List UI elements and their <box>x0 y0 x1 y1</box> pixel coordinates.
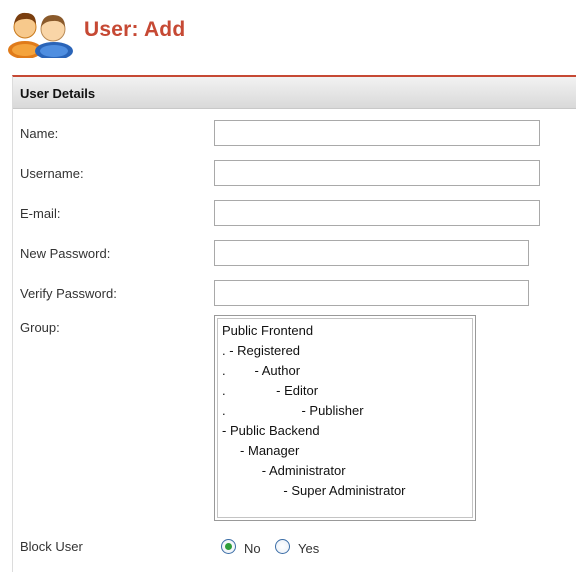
name-label: Name: <box>20 126 59 141</box>
block-user-yes-radio[interactable] <box>275 539 290 554</box>
group-select[interactable]: Public Frontend . - Registered . - Autho… <box>214 315 476 521</box>
block-user-label: Block User <box>20 539 83 554</box>
panel-title: User Details <box>20 86 96 101</box>
group-option-public-backend[interactable]: - Public Backend <box>222 423 320 438</box>
group-option-super-administrator[interactable]: - Super Administrator <box>222 483 405 498</box>
name-field[interactable] <box>214 120 540 146</box>
group-option-public-frontend[interactable]: Public Frontend <box>222 323 313 338</box>
new-password-label: New Password: <box>20 246 111 261</box>
radio-selected-dot <box>225 543 232 550</box>
username-field[interactable] <box>214 160 540 186</box>
group-option-author[interactable]: . - Author <box>222 363 300 378</box>
block-user-no-label[interactable]: No <box>244 541 261 556</box>
email-label: E-mail: <box>20 206 61 221</box>
username-label: Username: <box>20 166 84 181</box>
verify-password-field[interactable] <box>214 280 529 306</box>
group-label: Group: <box>20 320 60 335</box>
new-password-field[interactable] <box>214 240 529 266</box>
group-option-manager[interactable]: - Manager <box>222 443 299 458</box>
group-option-publisher[interactable]: . - Publisher <box>222 403 364 418</box>
page-header: User: Add <box>0 0 576 66</box>
user-details-panel: User Details Name: Username: E-mail: New… <box>12 75 576 572</box>
block-user-no-radio[interactable] <box>221 539 236 554</box>
group-option-registered[interactable]: . - Registered <box>222 343 300 358</box>
group-list-frame: Public Frontend . - Registered . - Autho… <box>217 318 473 518</box>
group-option-administrator[interactable]: - Administrator <box>222 463 346 478</box>
page-title: User: Add <box>84 18 186 41</box>
group-option-editor[interactable]: . - Editor <box>222 383 318 398</box>
users-icon <box>6 10 82 60</box>
verify-password-label: Verify Password: <box>20 286 117 301</box>
email-field[interactable] <box>214 200 540 226</box>
panel-header <box>13 77 576 109</box>
block-user-yes-label[interactable]: Yes <box>298 541 319 556</box>
